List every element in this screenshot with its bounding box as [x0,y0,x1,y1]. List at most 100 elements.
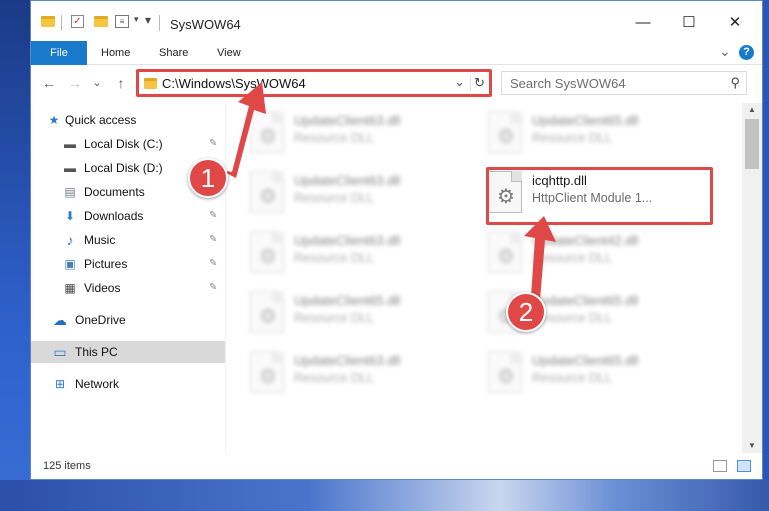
navigation-pane: ★ Quick access ▬ Local Disk (C:) ✎ ▬ Loc… [31,103,225,453]
maximize-button[interactable]: ☐ [674,11,704,35]
pin-icon: ✎ [209,258,218,269]
pictures-icon: ▣ [64,257,76,271]
tab-file[interactable]: File [31,41,87,65]
address-bar-highlight [136,69,492,97]
tab-view[interactable]: View [217,41,241,65]
dll-file-icon: ⚙ [250,231,284,273]
desktop-background-left [0,0,30,511]
gear-icon: ⚙ [497,126,515,148]
gear-icon: ⚙ [259,366,277,388]
file-description: Resource DLL [294,251,374,265]
file-description: Resource DLL [294,371,374,385]
sidebar-item-label: Downloads [84,209,144,223]
search-icon[interactable]: ⚲ [730,75,740,91]
sidebar-item-videos[interactable]: ▦ Videos ✎ [31,277,225,299]
properties-check-icon[interactable]: ✓ [71,15,84,28]
sidebar-item-label: Music [84,233,116,247]
status-bar: 125 items [31,453,762,479]
sidebar-item-music[interactable]: ♪ Music ✎ [31,229,225,251]
scroll-down-icon[interactable]: ▼ [742,439,762,453]
tab-share[interactable]: Share [159,41,188,65]
ribbon-tabs: File Home Share View ⌄ ? [31,41,762,65]
customize-toolbar-icon[interactable]: ≡ [115,15,129,28]
pin-icon: ✎ [209,282,218,293]
scroll-up-icon[interactable]: ▲ [742,103,762,117]
sidebar-item-label: This PC [75,345,118,359]
recent-locations-button[interactable]: ⌄ [87,73,107,93]
sidebar-item-onedrive[interactable]: ☁ OneDrive [31,309,225,331]
file-description: Resource DLL [532,131,612,145]
sidebar-item-label: Local Disk (D:) [84,161,163,175]
chevron-down-icon[interactable]: ▾ [134,14,139,25]
forward-button[interactable]: → [65,73,85,93]
gear-icon: ⚙ [259,126,277,148]
sidebar-item-network[interactable]: ⊞ Network [31,373,225,395]
vertical-scrollbar[interactable]: ▲ ▼ [742,103,762,453]
title-bar: ✓ ≡ ▾ ▾ SysWOW64 — ☐ ✕ [31,1,762,41]
desktop-background-right [763,0,769,511]
tab-home[interactable]: Home [101,41,130,65]
scroll-thumb[interactable] [745,119,759,169]
back-button[interactable]: ← [39,73,59,93]
file-name: UpdateClient65.dll [532,353,639,368]
file-item[interactable]: ⚙ UpdateClient65.dll Resource DLL [478,345,708,399]
pin-icon: ✎ [209,138,218,149]
step-marker-1: 1 [188,158,228,198]
file-name: UpdateClient65.dll [532,293,639,308]
sidebar-item-this-pc[interactable]: ▭ This PC [31,341,225,363]
step-marker-2: 2 [506,292,546,332]
gear-icon: ⚙ [259,246,277,268]
title-separator [61,15,62,31]
sidebar-item-label: Pictures [84,257,128,271]
window-title: SysWOW64 [170,17,241,32]
sidebar-item-label: OneDrive [75,313,126,327]
file-item[interactable]: ⚙ UpdateClient65.dll Resource DLL [478,105,708,159]
up-button[interactable]: ↑ [111,73,131,93]
sidebar-item-quick-access[interactable]: ★ Quick access [31,109,225,131]
title-separator [159,15,160,31]
computer-icon: ▭ [53,344,67,360]
file-name: UpdateClient63.dll [294,233,401,248]
file-item[interactable]: ⚙ UpdateClient42.dll Resource DLL [478,225,708,279]
documents-icon: ▤ [64,185,76,199]
pin-icon: ✎ [209,234,218,245]
item-count: 125 items [43,460,91,472]
new-folder-icon[interactable] [94,16,108,27]
help-icon[interactable]: ? [739,45,754,60]
minimize-button[interactable]: — [628,11,658,35]
tiles-view-icon[interactable] [737,460,751,472]
file-item[interactable]: ⚙ UpdateClient63.dll Resource DLL [240,345,470,399]
file-name: UpdateClient63.dll [294,113,401,128]
sidebar-item-label: Documents [84,185,145,199]
file-item[interactable]: ⚙ UpdateClient63.dll Resource DLL [240,105,470,159]
sidebar-item-downloads[interactable]: ⬇ Downloads ✎ [31,205,225,227]
drive-icon: ▬ [64,137,76,151]
sidebar-item-label: Quick access [65,113,137,127]
file-description: Resource DLL [294,311,374,325]
sidebar-item-label: Network [75,377,120,391]
dll-file-icon: ⚙ [488,111,522,153]
pin-icon: ✎ [209,210,218,221]
videos-icon: ▦ [64,281,76,295]
sidebar-item-pictures[interactable]: ▣ Pictures ✎ [31,253,225,275]
file-description: Resource DLL [532,251,612,265]
details-view-icon[interactable] [713,460,727,472]
file-name: UpdateClient65.dll [294,293,401,308]
file-item[interactable]: ⚙ UpdateClient63.dll Resource DLL [240,225,470,279]
file-description: Resource DLL [294,131,374,145]
sidebar-item-local-disk-c[interactable]: ▬ Local Disk (C:) ✎ [31,133,225,155]
gear-icon: ⚙ [497,246,515,268]
search-box[interactable]: ⚲ [501,71,747,95]
close-button[interactable]: ✕ [720,11,750,35]
file-name: UpdateClient65.dll [532,113,639,128]
star-icon: ★ [48,113,60,127]
file-item[interactable]: ⚙ UpdateClient65.dll Resource DLL [240,285,470,339]
quick-access-toolbar-dropdown-icon[interactable]: ▾ [145,13,151,27]
dll-file-icon: ⚙ [250,291,284,333]
dll-file-icon: ⚙ [250,351,284,393]
file-list: ⚙ UpdateClient63.dll Resource DLL ⚙ Upda… [226,103,742,453]
folder-icon [41,16,55,27]
file-item[interactable]: ⚙ UpdateClient63.dll Resource DLL [240,165,470,219]
expand-ribbon-icon[interactable]: ⌄ [719,43,731,60]
search-input[interactable] [510,75,720,91]
